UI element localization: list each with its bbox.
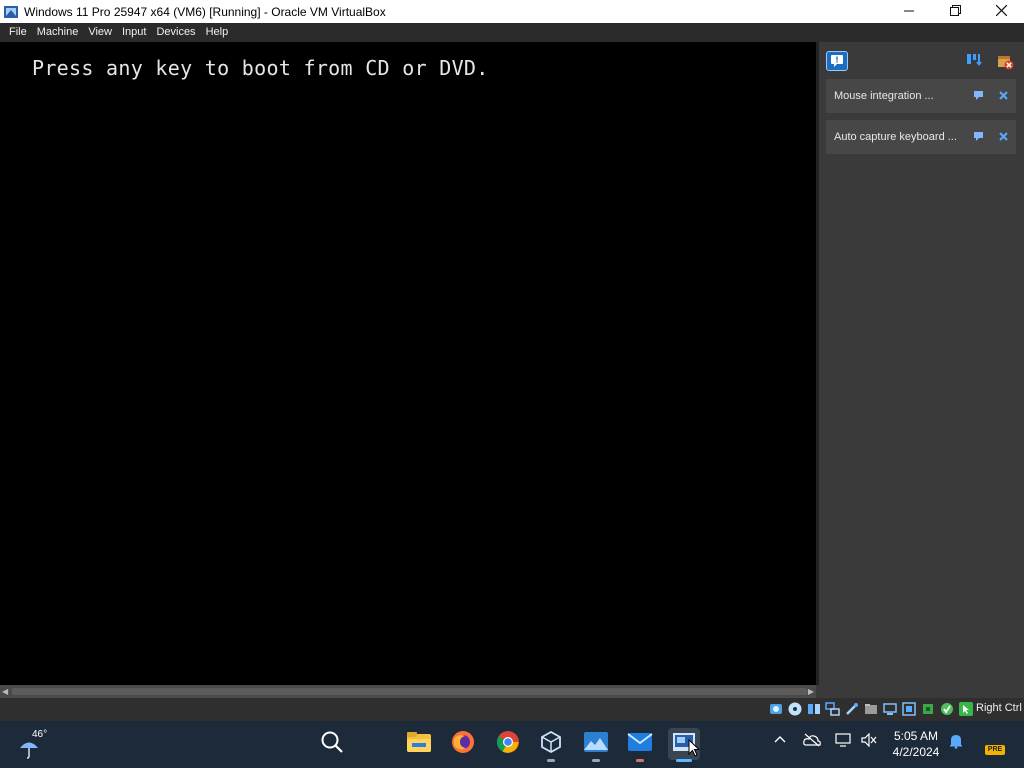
clock-date: 4/2/2024 xyxy=(892,745,940,759)
taskbar-clock[interactable]: 5:05 AM 4/2/2024 xyxy=(888,728,944,760)
horizontal-scrollbar[interactable]: ◀ ▶ xyxy=(0,685,816,698)
onedrive-icon[interactable] xyxy=(803,733,821,750)
close-icon[interactable] xyxy=(996,89,1010,103)
virtualbox-app-icon xyxy=(3,4,19,20)
windows-taskbar: 46° 5:05 AM 4/2/2024 PRE xyxy=(0,721,1024,768)
host-key-label: Right Ctrl xyxy=(976,702,1022,714)
hard-disk-icon[interactable] xyxy=(768,701,784,717)
mouse-cursor-icon xyxy=(688,738,701,762)
network-icon[interactable] xyxy=(825,701,841,717)
weather-temperature: 46° xyxy=(32,729,48,740)
pin-icon[interactable] xyxy=(972,131,986,144)
mouse-integration-icon[interactable] xyxy=(958,701,974,717)
running-indicator xyxy=(547,759,555,762)
boot-message: Press any key to boot from CD or DVD. xyxy=(32,56,489,80)
panel-bottom-strip xyxy=(816,685,1024,698)
notification-item-auto-capture-keyboard[interactable]: Auto capture keyboard ... xyxy=(826,120,1016,154)
firefox-icon xyxy=(451,730,475,759)
scrollbar-thumb[interactable] xyxy=(12,688,807,695)
taskbar-search[interactable] xyxy=(316,728,348,760)
clear-notifications-icon[interactable] xyxy=(995,51,1015,71)
scroll-left-icon[interactable]: ◀ xyxy=(2,687,8,696)
window-title: Windows 11 Pro 25947 x64 (VM6) [Running]… xyxy=(24,4,386,19)
taskbar-firefox[interactable] xyxy=(447,728,479,760)
minimize-button[interactable] xyxy=(886,0,932,23)
notification-panel-header xyxy=(819,42,1024,76)
pin-icon[interactable] xyxy=(972,90,986,103)
taskbar-mail[interactable] xyxy=(624,728,656,762)
shared-folders-icon[interactable] xyxy=(863,701,879,717)
menu-help[interactable]: Help xyxy=(201,23,234,42)
close-icon xyxy=(995,4,1007,19)
scroll-right-icon[interactable]: ▶ xyxy=(808,687,814,696)
notification-center-panel: Mouse integration ... Auto capture keybo… xyxy=(816,42,1024,685)
vm-display[interactable]: Press any key to boot from CD or DVD. xyxy=(0,42,816,685)
notification-label: Auto capture keyboard ... xyxy=(834,131,957,143)
audio-icon[interactable] xyxy=(806,701,822,717)
taskbar-photos[interactable] xyxy=(580,728,612,762)
mail-icon xyxy=(627,732,653,757)
display-icon[interactable] xyxy=(882,701,898,717)
restore-button[interactable] xyxy=(932,0,978,23)
running-indicator xyxy=(592,759,600,762)
menu-view[interactable]: View xyxy=(83,23,117,42)
menu-bar: File Machine View Input Devices Help xyxy=(0,23,1024,42)
search-icon xyxy=(320,730,344,759)
weather-widget[interactable]: 46° xyxy=(18,729,58,759)
photos-icon xyxy=(583,731,609,758)
chrome-icon xyxy=(496,730,520,759)
vm-status-bar: Right Ctrl xyxy=(0,698,1024,721)
umbrella-icon xyxy=(18,737,40,764)
optical-drive-icon[interactable] xyxy=(787,701,803,717)
file-explorer-icon xyxy=(406,731,432,758)
notification-label: Mouse integration ... xyxy=(834,90,934,102)
menu-devices[interactable]: Devices xyxy=(151,23,200,42)
cpu-icon[interactable] xyxy=(920,701,936,717)
recording-icon[interactable] xyxy=(901,701,917,717)
volume-muted-icon[interactable] xyxy=(861,732,877,750)
vt-x-icon[interactable] xyxy=(939,701,955,717)
menu-machine[interactable]: Machine xyxy=(32,23,84,42)
title-bar: Windows 11 Pro 25947 x64 (VM6) [Running]… xyxy=(0,0,1024,23)
running-indicator xyxy=(636,759,644,762)
notification-bell-icon[interactable] xyxy=(949,733,963,752)
restore-icon xyxy=(949,4,961,19)
clock-time: 5:05 AM xyxy=(893,729,939,743)
status-icons xyxy=(768,701,974,717)
close-button[interactable] xyxy=(978,0,1024,23)
minimize-icon xyxy=(904,4,914,19)
close-icon[interactable] xyxy=(996,130,1010,144)
usb-icon[interactable] xyxy=(844,701,860,717)
notification-center-toggle-icon[interactable] xyxy=(826,51,848,71)
sort-icon[interactable] xyxy=(965,51,983,69)
menu-file[interactable]: File xyxy=(4,23,32,42)
taskbar-virtualbox[interactable] xyxy=(535,728,567,762)
network-tray-icon[interactable] xyxy=(835,733,851,750)
preview-build-badge: PRE xyxy=(985,745,1005,755)
notification-item-mouse-integration[interactable]: Mouse integration ... xyxy=(826,79,1016,113)
virtualbox-icon xyxy=(539,730,563,759)
taskbar-chrome[interactable] xyxy=(492,728,524,760)
taskbar-file-explorer[interactable] xyxy=(403,728,435,760)
menu-input[interactable]: Input xyxy=(117,23,151,42)
show-hidden-icons-icon[interactable] xyxy=(774,733,786,747)
